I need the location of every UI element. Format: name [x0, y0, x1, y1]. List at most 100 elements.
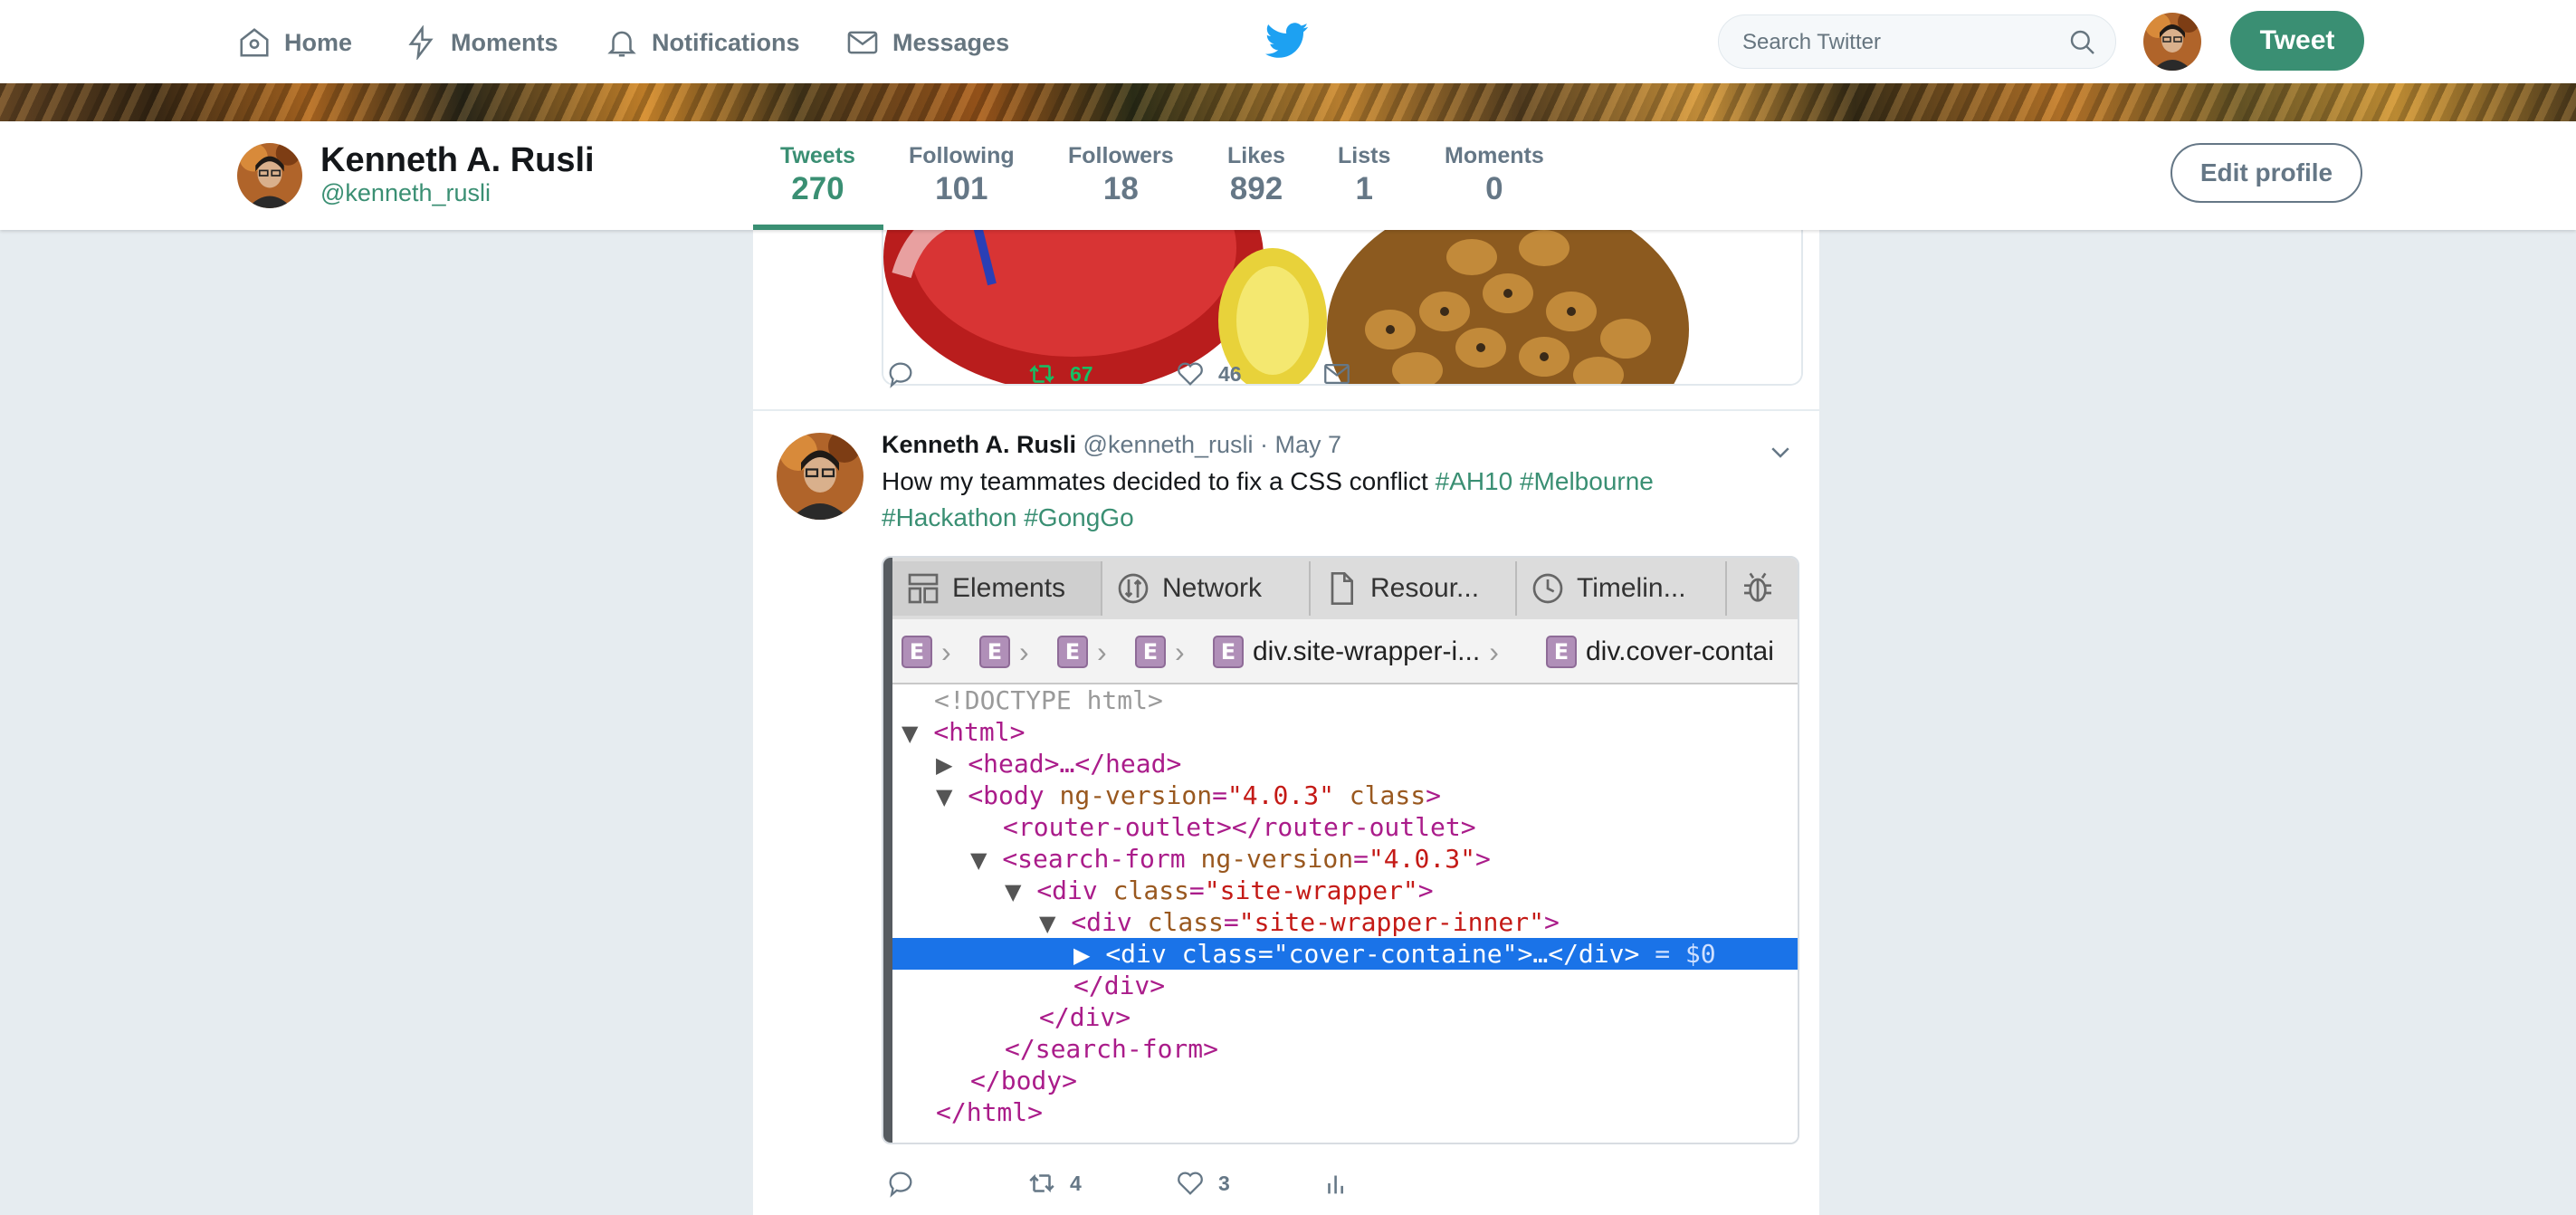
clock-icon	[1532, 573, 1563, 604]
stat-value: 0	[1485, 171, 1503, 206]
tag-text: <div	[1071, 907, 1132, 937]
breadcrumb-item: E ›	[979, 634, 1029, 670]
stat-value: 1	[1355, 171, 1373, 206]
triangle-down-icon: ▼	[1005, 879, 1022, 904]
tag-text: <body	[968, 780, 1045, 810]
devtools-tab-debugger	[1727, 561, 1798, 616]
breadcrumb-item: E div.cover-contai	[1546, 634, 1774, 670]
envelope-icon	[1324, 363, 1350, 385]
code-line-selected: ▶ <div class="cover-containe">…</div> = …	[892, 938, 1798, 970]
like-action[interactable]: 46	[1175, 359, 1242, 389]
equals-text: =	[1353, 844, 1369, 874]
nav-messages[interactable]: Messages	[845, 22, 1009, 63]
like-action[interactable]: 3	[1175, 1168, 1230, 1199]
devtools-dock-edge	[883, 558, 892, 1143]
stat-likes[interactable]: Likes 892	[1227, 143, 1285, 207]
search-icon[interactable]	[2068, 28, 2097, 57]
avatar-image	[2143, 13, 2201, 71]
code-line: ▶ <head>…</head>	[892, 748, 1798, 780]
tweet-author-name[interactable]: Kenneth A. Rusli	[882, 431, 1076, 458]
breadcrumb-item: E ›	[1135, 634, 1185, 670]
retweet-action[interactable]: 4	[1026, 1168, 1082, 1199]
tag-text: <html>	[933, 717, 1026, 747]
chevron-right-icon: ›	[941, 635, 951, 668]
tweet-button[interactable]: Tweet	[2230, 11, 2364, 71]
tag-text: <head>…</head>	[968, 749, 1182, 779]
nav-moments[interactable]: Moments	[404, 22, 558, 63]
home-icon	[240, 28, 269, 57]
attr-value: "site-wrapper-inner"	[1238, 907, 1544, 937]
tweet-author-avatar[interactable]	[777, 433, 863, 520]
stat-value: 18	[1102, 171, 1139, 206]
triangle-right-icon: ▶	[1073, 942, 1091, 968]
direct-message-action[interactable]	[1321, 359, 1352, 389]
avatar-image	[777, 433, 863, 520]
user-avatar[interactable]	[2143, 13, 2201, 71]
tag-text: <div	[1105, 939, 1167, 969]
avatar-image	[237, 143, 302, 208]
nav-notifications[interactable]: Notifications	[605, 22, 800, 63]
hashtag-link[interactable]: #Melbourne	[1520, 467, 1654, 495]
hashtag-link[interactable]: #Hackathon	[882, 503, 1016, 531]
equals-text: =	[1212, 780, 1227, 810]
tweet-media-devtools-screenshot[interactable]: Elements Network Resour... Timelin... E …	[882, 556, 1799, 1144]
triangle-right-icon: ▶	[936, 752, 953, 778]
breadcrumb-label: div.cover-contai	[1586, 636, 1774, 666]
tweet-author-handle[interactable]: @kenneth_rusli	[1083, 431, 1254, 458]
chevron-down-icon[interactable]	[1767, 438, 1794, 465]
profile-avatar[interactable]	[237, 143, 302, 208]
stat-label: Lists	[1338, 143, 1391, 168]
code-line: <router-outlet></router-outlet>	[892, 811, 1798, 843]
reply-action[interactable]	[885, 359, 916, 389]
stat-lists[interactable]: Lists 1	[1338, 143, 1390, 207]
profile-name[interactable]: Kenneth A. Rusli	[320, 141, 595, 180]
search-box	[1718, 14, 2116, 70]
element-badge: E	[902, 636, 932, 668]
document-icon	[1331, 572, 1353, 605]
tag-text: >	[1417, 875, 1434, 905]
edit-profile-button[interactable]: Edit profile	[2171, 143, 2362, 203]
analytics-action[interactable]	[1321, 1168, 1352, 1199]
code-line: </div>	[892, 970, 1798, 1001]
triangle-down-icon: ▼	[970, 847, 987, 873]
profile-handle[interactable]: @kenneth_rusli	[320, 179, 491, 207]
element-badge: E	[1135, 636, 1166, 668]
attr-value: "cover-containe"	[1273, 939, 1518, 969]
retweet-count: 4	[1070, 1171, 1082, 1195]
stat-label: Moments	[1445, 143, 1544, 168]
twitter-bird-icon[interactable]	[1265, 22, 1309, 60]
retweet-count: 67	[1070, 361, 1093, 386]
tag-text: >	[1474, 844, 1491, 874]
attr-name: class	[1131, 907, 1224, 937]
hashtag-link[interactable]: #GongGo	[1024, 503, 1133, 531]
search-input[interactable]	[1741, 15, 2070, 70]
attr-name: class	[1333, 780, 1426, 810]
retweet-icon	[1029, 1173, 1054, 1193]
tag-text: <search-form	[1002, 844, 1186, 874]
stat-tweets[interactable]: Tweets 270	[780, 143, 855, 207]
active-tab-indicator	[753, 225, 883, 230]
devtools-tab-label: Network	[1162, 573, 1263, 603]
hashtag-link[interactable]: #AH10	[1436, 467, 1513, 495]
attr-value: "4.0.3"	[1368, 844, 1475, 874]
code-line: ▼ <html>	[892, 716, 1798, 748]
network-icon	[1118, 573, 1149, 604]
nav-notifications-label: Notifications	[652, 28, 800, 56]
breadcrumb-item: E div.site-wrapper-i... ›	[1213, 634, 1499, 670]
tag-text: </search-form>	[1005, 1034, 1219, 1064]
retweet-action[interactable]: 67	[1026, 359, 1093, 389]
analytics-icon	[1328, 1175, 1343, 1194]
code-line: ▼ <div class="site-wrapper-inner">	[892, 906, 1798, 938]
stat-label: Following	[909, 143, 1015, 168]
devtools-tab-label: Elements	[952, 573, 1066, 603]
stat-following[interactable]: Following 101	[909, 143, 1015, 207]
tweet-date[interactable]: May 7	[1275, 431, 1342, 458]
reply-action[interactable]	[885, 1168, 916, 1199]
devtools-tab-elements: Elements	[892, 561, 1102, 616]
stat-followers[interactable]: Followers 18	[1068, 143, 1174, 207]
tag-text: </html>	[936, 1097, 1044, 1127]
stat-moments[interactable]: Moments 0	[1445, 143, 1544, 207]
nav-home[interactable]: Home	[237, 22, 352, 63]
chevron-right-icon: ›	[1175, 635, 1185, 668]
code-line: </div>	[892, 1001, 1798, 1033]
